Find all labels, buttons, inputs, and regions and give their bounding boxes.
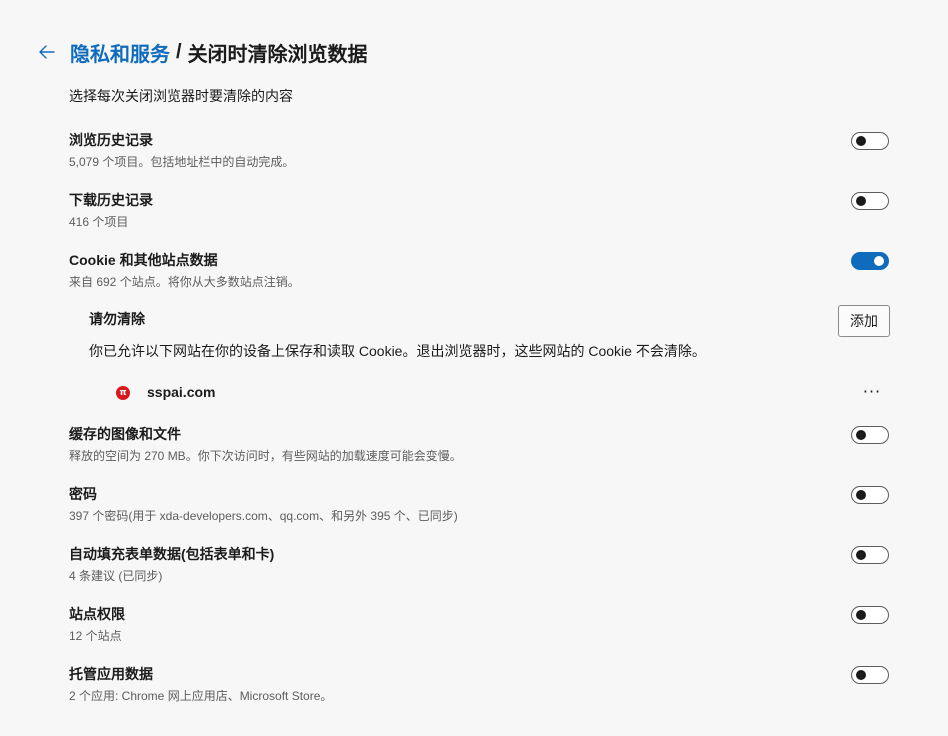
setting-title: 浏览历史记录 (69, 132, 153, 148)
setting-description: 416 个项目 (69, 215, 129, 229)
hosted-app-data-toggle[interactable] (851, 666, 889, 684)
do-not-clear-title: 请勿清除 (89, 311, 145, 327)
setting-description: 397 个密码(用于 xda-developers.com、qq.com、和另外… (69, 509, 458, 523)
toggle-knob (856, 196, 866, 206)
site-name: sspai.com (147, 384, 216, 400)
breadcrumb: 隐私和服务 / 关闭时清除浏览数据 (36, 38, 368, 66)
setting-description: 12 个站点 (69, 629, 122, 643)
setting-description: 4 条建议 (已同步) (69, 569, 163, 583)
add-site-button[interactable]: 添加 (838, 305, 890, 337)
setting-row-autofill: 自动填充表单数据(包括表单和卡) 4 条建议 (已同步) (69, 544, 890, 588)
cookies-toggle[interactable] (851, 252, 889, 270)
passwords-toggle[interactable] (851, 486, 889, 504)
settings-page: 隐私和服务 / 关闭时清除浏览数据 选择每次关闭浏览器时要清除的内容 浏览历史记… (0, 0, 948, 736)
site-favicon-icon: π (116, 386, 130, 400)
setting-description: 5,079 个项目。包括地址栏中的自动完成。 (69, 155, 295, 169)
setting-title: 缓存的图像和文件 (69, 426, 181, 442)
download-history-toggle[interactable] (851, 192, 889, 210)
page-title: 关闭时清除浏览数据 (187, 43, 368, 66)
autofill-toggle[interactable] (851, 546, 889, 564)
setting-title: 站点权限 (69, 606, 125, 622)
toggle-knob (856, 610, 866, 620)
do-not-clear-section: 请勿清除 你已允许以下网站在你的设备上保存和读取 Cookie。退出浏览器时，这… (89, 305, 890, 365)
arrow-left-icon (39, 45, 55, 59)
setting-row-browsing-history: 浏览历史记录 5,079 个项目。包括地址栏中的自动完成。 (69, 130, 890, 174)
toggle-knob (856, 670, 866, 680)
setting-description: 释放的空间为 270 MB。你下次访问时，有些网站的加载速度可能会变慢。 (69, 449, 462, 463)
section-subtitle: 选择每次关闭浏览器时要清除的内容 (69, 88, 293, 104)
breadcrumb-parent-link[interactable]: 隐私和服务 (70, 38, 170, 67)
do-not-clear-description: 你已允许以下网站在你的设备上保存和读取 Cookie。退出浏览器时，这些网站的 … (89, 343, 706, 359)
cached-images-toggle[interactable] (851, 426, 889, 444)
toggle-knob (856, 550, 866, 560)
setting-row-site-permissions: 站点权限 12 个站点 (69, 604, 890, 648)
toggle-knob (874, 256, 884, 266)
toggle-knob (856, 430, 866, 440)
setting-title: 下载历史记录 (69, 192, 153, 208)
setting-row-download-history: 下载历史记录 416 个项目 (69, 190, 890, 234)
setting-title: 自动填充表单数据(包括表单和卡) (69, 546, 275, 562)
setting-description: 来自 692 个站点。将你从大多数站点注销。 (69, 275, 300, 289)
setting-row-hosted-app-data: 托管应用数据 2 个应用: Chrome 网上应用店、Microsoft Sto… (69, 664, 890, 708)
setting-description: 2 个应用: Chrome 网上应用店、Microsoft Store。 (69, 689, 333, 703)
setting-row-passwords: 密码 397 个密码(用于 xda-developers.com、qq.com、… (69, 484, 890, 528)
more-actions-button[interactable]: ··· (860, 382, 884, 402)
setting-title: 托管应用数据 (69, 666, 153, 682)
back-button[interactable] (36, 41, 58, 63)
setting-title: Cookie 和其他站点数据 (69, 252, 218, 268)
setting-row-cookies: Cookie 和其他站点数据 来自 692 个站点。将你从大多数站点注销。 (69, 250, 890, 294)
site-list-item: π sspai.com ··· (112, 380, 890, 406)
toggle-knob (856, 490, 866, 500)
toggle-knob (856, 136, 866, 146)
browsing-history-toggle[interactable] (851, 132, 889, 150)
breadcrumb-separator: / (176, 40, 182, 63)
site-permissions-toggle[interactable] (851, 606, 889, 624)
setting-row-cached-images: 缓存的图像和文件 释放的空间为 270 MB。你下次访问时，有些网站的加载速度可… (69, 424, 890, 468)
setting-title: 密码 (69, 486, 97, 502)
